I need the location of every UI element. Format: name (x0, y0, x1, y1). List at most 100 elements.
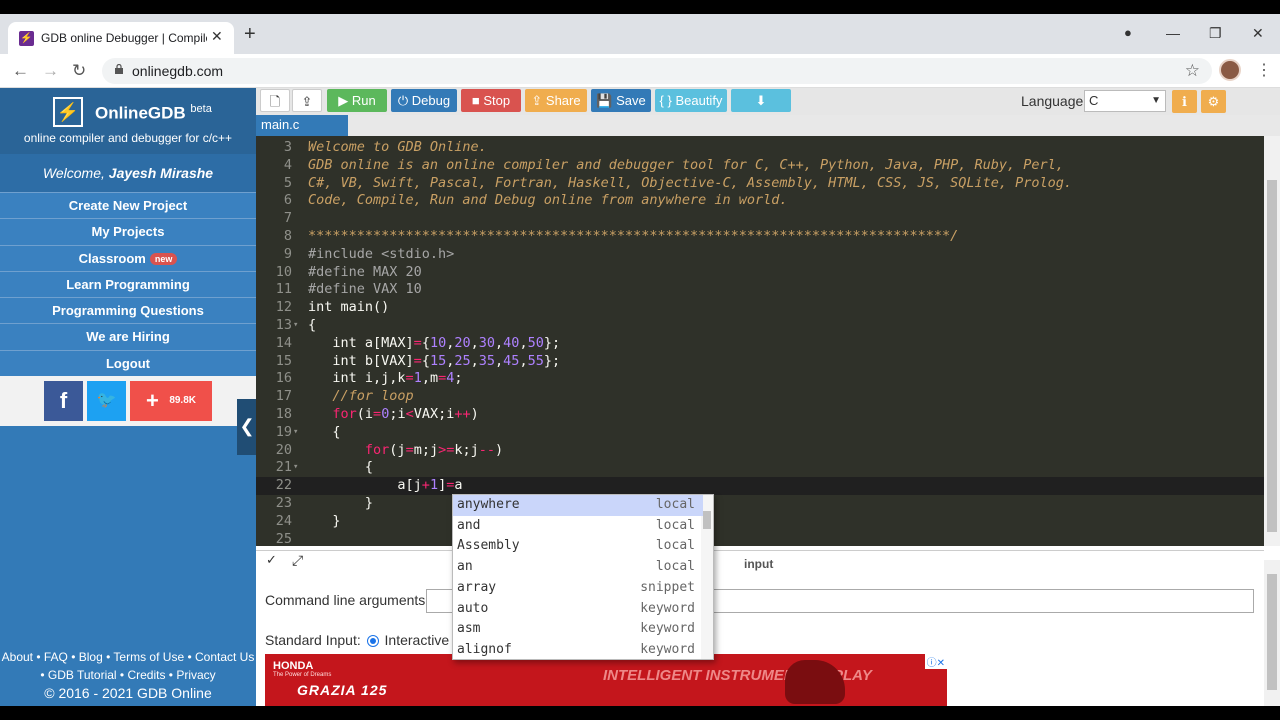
file-tab-main-c[interactable]: main.c (256, 115, 348, 136)
debug-button[interactable]: ⏻ Debug (391, 89, 457, 112)
forward-icon[interactable]: → (42, 61, 59, 81)
code-line[interactable]: 24 } (256, 513, 1264, 531)
new-file-icon[interactable]: 🗋 (260, 89, 290, 112)
editor-scrollbar[interactable] (1264, 136, 1280, 546)
fold-toggle-icon[interactable]: ▾ (293, 317, 298, 335)
code-line[interactable]: 22 a[j+1]=a (256, 477, 1264, 495)
sidebar-item-programming-questions[interactable]: Programming Questions (0, 297, 256, 324)
code-line[interactable]: 21 ▾ { (256, 459, 1264, 477)
tab-close-icon[interactable]: ✕ (211, 28, 223, 45)
code-line[interactable]: 19 ▾ { (256, 424, 1264, 442)
collapse-sidebar-icon[interactable]: ❮ (237, 399, 257, 455)
reload-icon[interactable]: ↻ (72, 61, 86, 81)
code-line[interactable]: 23 } (256, 495, 1264, 513)
fold-toggle-icon[interactable]: ▾ (293, 459, 298, 477)
address-bar[interactable]: onlinegdb.com ☆ (102, 58, 1212, 84)
profile-avatar[interactable] (1219, 59, 1241, 81)
download-icon[interactable]: ⬇ (731, 89, 791, 112)
code-editor[interactable]: 3 Welcome to GDB Online. 4 GDB online is an… (256, 136, 1264, 546)
browser-menu-icon[interactable]: ⋮ (1256, 60, 1272, 80)
io-panel-header: ✓ ⤢ input (256, 550, 1264, 571)
code-line[interactable]: 14 int a[MAX]={10,20,30,40,50}; (256, 335, 1264, 353)
gear-icon[interactable]: ⚙ (1201, 90, 1226, 113)
code-line[interactable]: 8 ***************************************… (256, 228, 1264, 246)
collapse-panel-icon[interactable]: ✓ (266, 552, 277, 568)
code-line[interactable]: 7 (256, 210, 1264, 228)
code-line[interactable]: 4 GDB online is an online compiler and de… (256, 157, 1264, 175)
code-line[interactable]: 13 ▾ { (256, 317, 1264, 335)
autocomplete-word: Assembly (457, 538, 520, 554)
new-tab-button[interactable]: + (244, 24, 256, 44)
sidebar-item-we-are-hiring[interactable]: We are Hiring (0, 323, 256, 350)
chevron-down-icon: ▼ (1151, 95, 1161, 106)
fold-toggle-icon[interactable]: ▾ (293, 424, 298, 442)
line-number: 17 (275, 388, 292, 405)
autocomplete-item[interactable]: an local (453, 557, 703, 578)
close-window-icon[interactable]: ✕ (1252, 25, 1264, 42)
profile-menu-icon[interactable]: ● (1124, 25, 1132, 40)
run-button[interactable]: ▶ Run (327, 89, 387, 112)
line-number: 12 (275, 299, 292, 316)
autocomplete-word: auto (457, 600, 489, 616)
sidebar-item-logout[interactable]: Logout (0, 349, 256, 377)
io-panel-scrollbar[interactable] (1264, 560, 1280, 706)
code-line[interactable]: 17 //for loop (256, 388, 1264, 406)
footer-links-2[interactable]: • GDB Tutorial • Credits • Privacy (0, 666, 256, 684)
code-line[interactable]: 9 #include <stdio.h> (256, 246, 1264, 264)
line-number: 5 (283, 174, 292, 191)
code-line[interactable]: 15 int b[VAX]={15,25,35,45,55}; (256, 353, 1264, 371)
minimize-icon[interactable]: — (1166, 25, 1180, 41)
autocomplete-item[interactable]: auto keyword (453, 599, 703, 620)
sidebar-item-my-projects[interactable]: My Projects (0, 218, 256, 245)
sidebar-item-create-new-project[interactable]: Create New Project (0, 192, 256, 219)
autocomplete-item[interactable]: array snippet (453, 578, 703, 599)
line-number: 19 (275, 423, 292, 440)
code-line[interactable]: 18 for(i=0;i<VAX;i++) (256, 406, 1264, 424)
autocomplete-item[interactable]: Assembly local (453, 536, 703, 557)
save-button[interactable]: 💾 Save (591, 89, 651, 112)
io-panel-scroll-thumb[interactable] (1267, 574, 1277, 690)
sidebar-item-learn-programming[interactable]: Learn Programming (0, 270, 256, 298)
advertisement-banner[interactable]: HONDA The Power of Dreams GRAZIA 125 INT… (265, 654, 947, 706)
logo-area[interactable]: ⚡ OnlineGDB beta online compiler and deb… (0, 88, 256, 154)
editor-scroll-thumb[interactable] (1267, 180, 1277, 532)
stop-button[interactable]: ■ Stop (461, 89, 521, 112)
code-text: } (308, 512, 341, 529)
line-number: 21 (275, 459, 292, 476)
code-line[interactable]: 25 (256, 531, 1264, 546)
code-line[interactable]: 12 int main() (256, 299, 1264, 317)
code-line[interactable]: 5 C#, VB, Swift, Pascal, Fortran, Haskell… (256, 175, 1264, 193)
back-icon[interactable]: ← (12, 61, 29, 81)
autocomplete-item[interactable]: and local (453, 516, 703, 537)
interactive-console-radio[interactable] (366, 635, 379, 648)
code-line[interactable]: 11 #define VAX 10 (256, 281, 1264, 299)
autocomplete-meta: keyword (640, 641, 695, 657)
beautify-button[interactable]: { } Beautify (655, 89, 727, 112)
twitter-icon[interactable]: 🐦 (87, 381, 126, 421)
autocomplete-item[interactable]: anywhere local (453, 495, 703, 516)
copyright: © 2016 - 2021 GDB Online (44, 685, 212, 701)
info-icon[interactable]: ℹ (1172, 90, 1197, 113)
footer-links-1[interactable]: About • FAQ • Blog • Terms of Use • Cont… (0, 648, 256, 666)
bookmark-star-icon[interactable]: ☆ (1185, 61, 1200, 81)
code-line[interactable]: 20 for(j=m;j>=k;j--) (256, 442, 1264, 460)
autocomplete-item[interactable]: alignof keyword (453, 640, 703, 659)
code-line[interactable]: 16 int i,j,k=1,m=4; (256, 370, 1264, 388)
expand-panel-icon[interactable]: ⤢ (292, 552, 303, 569)
code-line[interactable]: 10 #define MAX 20 (256, 264, 1264, 282)
facebook-icon[interactable]: f (44, 381, 83, 421)
share-button[interactable]: ⇪ Share (525, 89, 587, 112)
tab-input[interactable]: input (744, 557, 773, 571)
code-text: Welcome to GDB Online. (308, 139, 487, 155)
autocomplete-scroll-thumb[interactable] (703, 511, 711, 529)
language-select[interactable]: C ▼ (1084, 90, 1166, 112)
upload-icon[interactable]: ⇪ (292, 89, 322, 112)
code-line[interactable]: 6 Code, Compile, Run and Debug online fro… (256, 192, 1264, 210)
autocomplete-item[interactable]: asm keyword (453, 619, 703, 640)
code-line[interactable]: 3 Welcome to GDB Online. (256, 139, 1264, 157)
restore-icon[interactable]: ❐ (1209, 25, 1222, 42)
ad-choices-icon[interactable]: ⓘ✕ (924, 654, 947, 669)
sidebar-item-classroom[interactable]: Classroom new (0, 244, 256, 271)
browser-tab[interactable]: ⚡ GDB online Debugger | Compiler - Code,… (8, 22, 234, 54)
share-count-button[interactable]: + 89.8K (130, 381, 212, 421)
